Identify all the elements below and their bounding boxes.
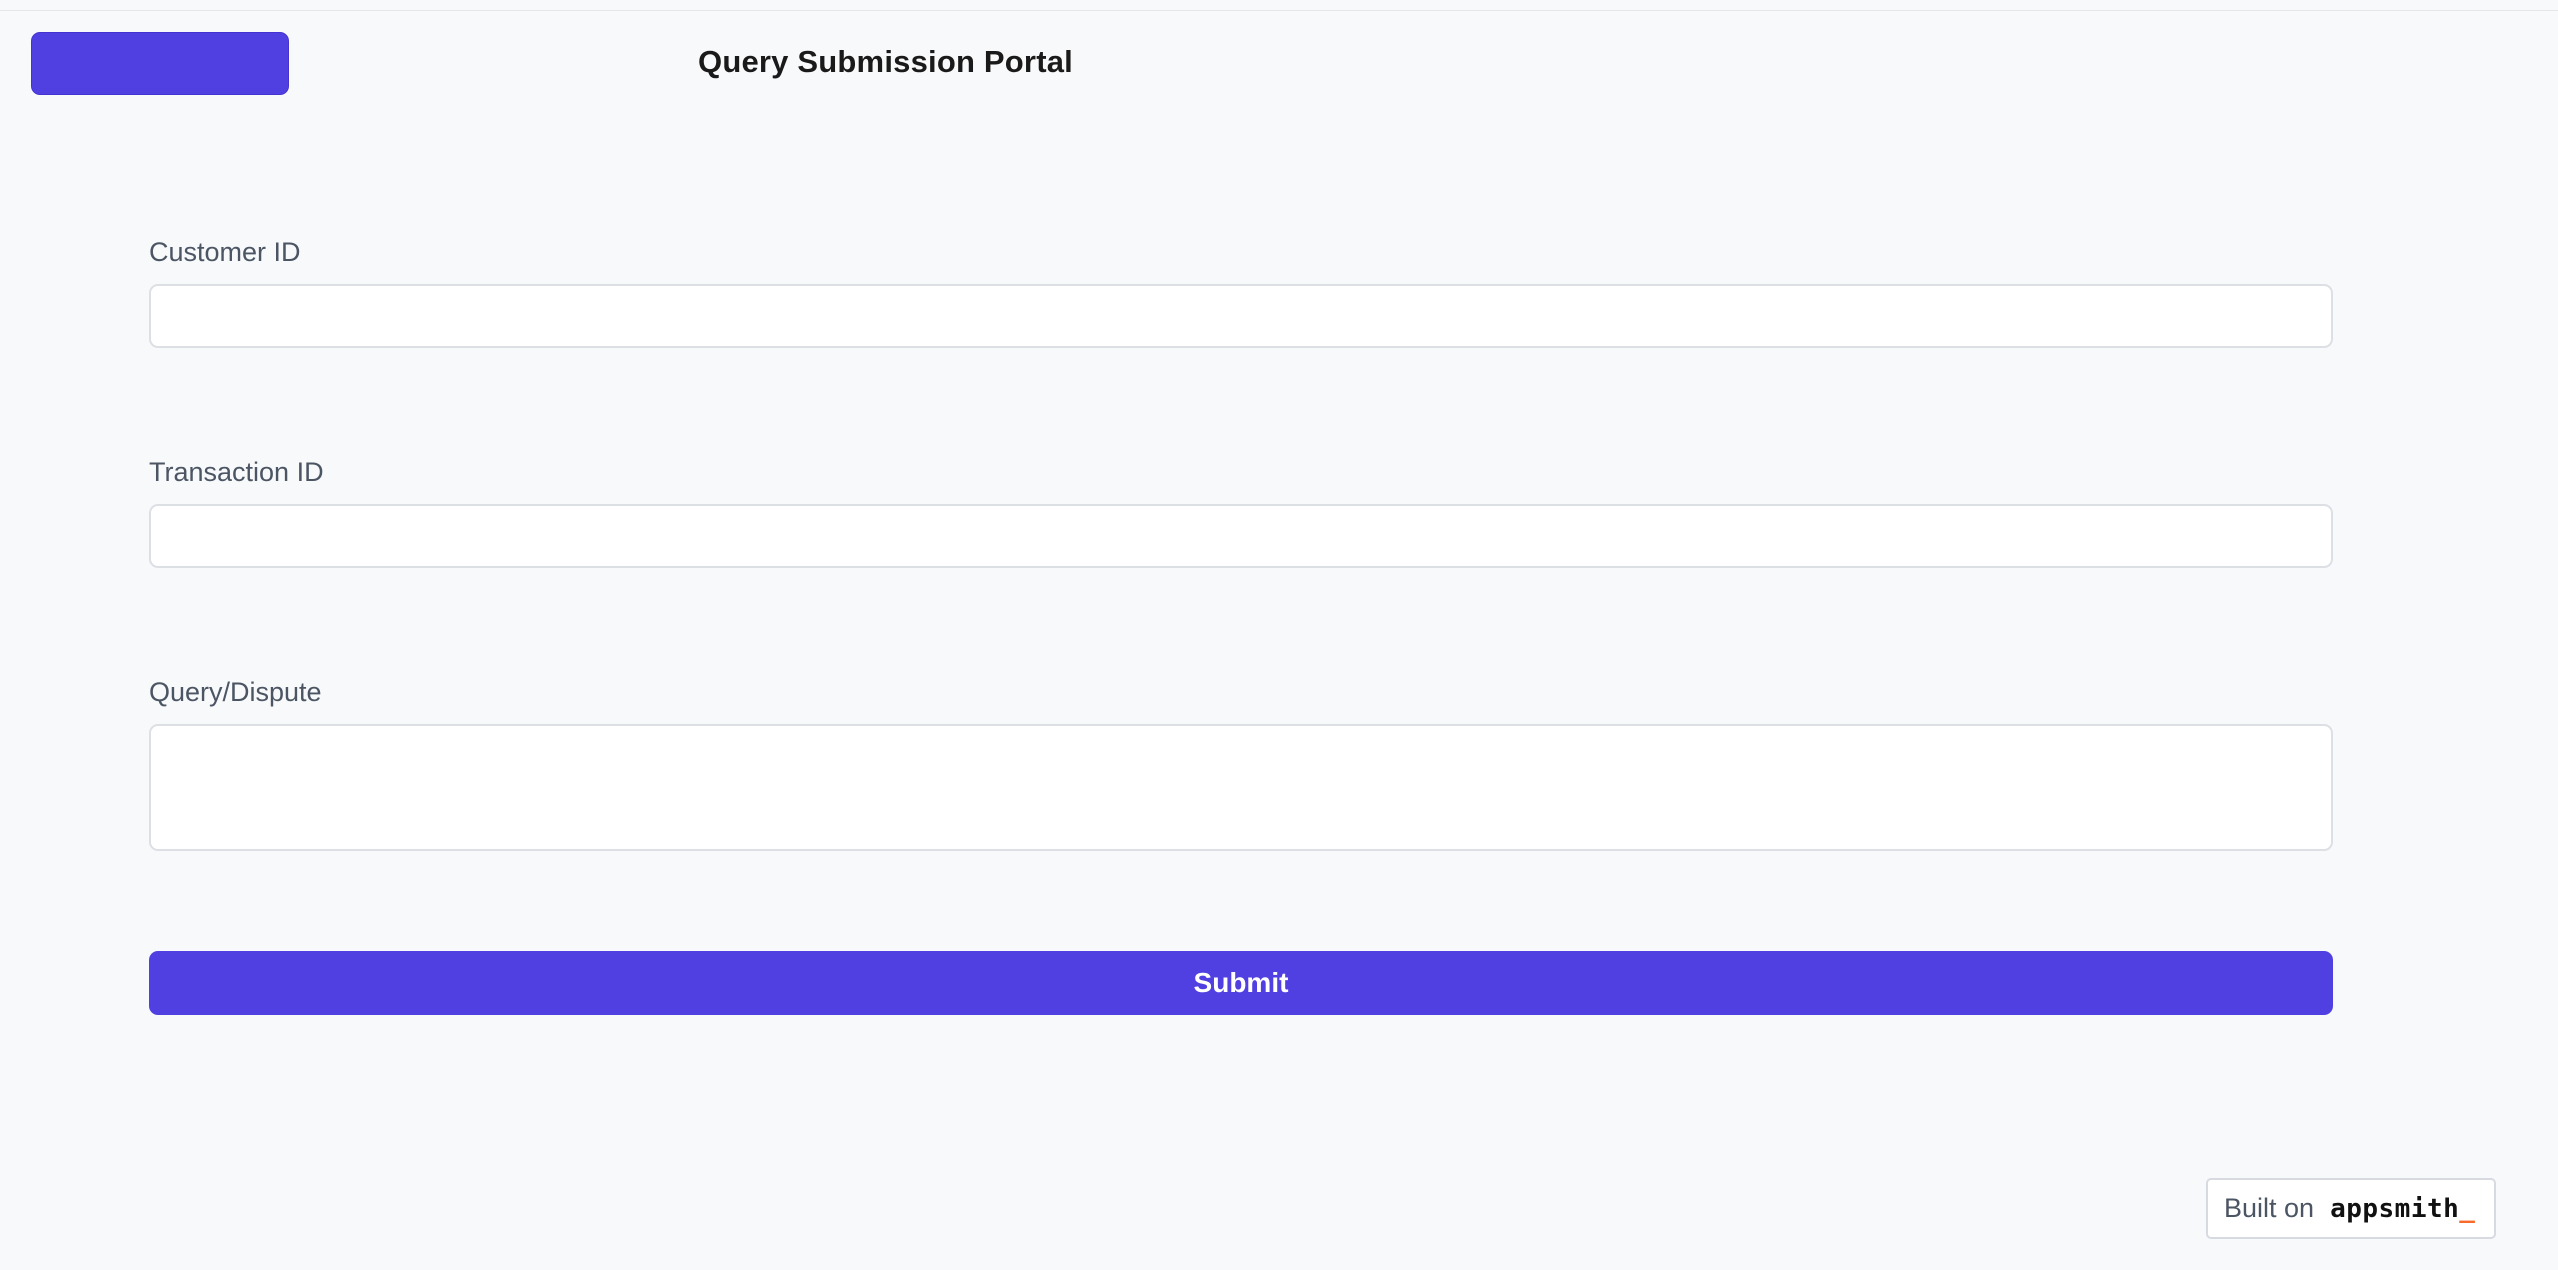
query-dispute-textarea[interactable] [149, 724, 2333, 851]
query-dispute-label: Query/Dispute [149, 677, 322, 707]
appsmith-logo-cursor: _ [2459, 1193, 2475, 1224]
appsmith-logo-text: appsmith [2330, 1193, 2460, 1224]
top-divider [0, 10, 2558, 11]
nav-button[interactable] [31, 32, 289, 95]
transaction-id-label: Transaction ID [149, 457, 324, 487]
built-on-label: Built on [2224, 1193, 2315, 1223]
page-title: Query Submission Portal [698, 44, 1073, 79]
customer-id-label: Customer ID [149, 237, 301, 267]
built-on-appsmith-badge[interactable]: Built on appsmith _ [2206, 1178, 2496, 1239]
transaction-id-input[interactable] [149, 504, 2333, 568]
app-page: Query Submission Portal Customer ID Tran… [0, 0, 2558, 1270]
customer-id-input[interactable] [149, 284, 2333, 348]
submit-button[interactable]: Submit [149, 951, 2333, 1015]
